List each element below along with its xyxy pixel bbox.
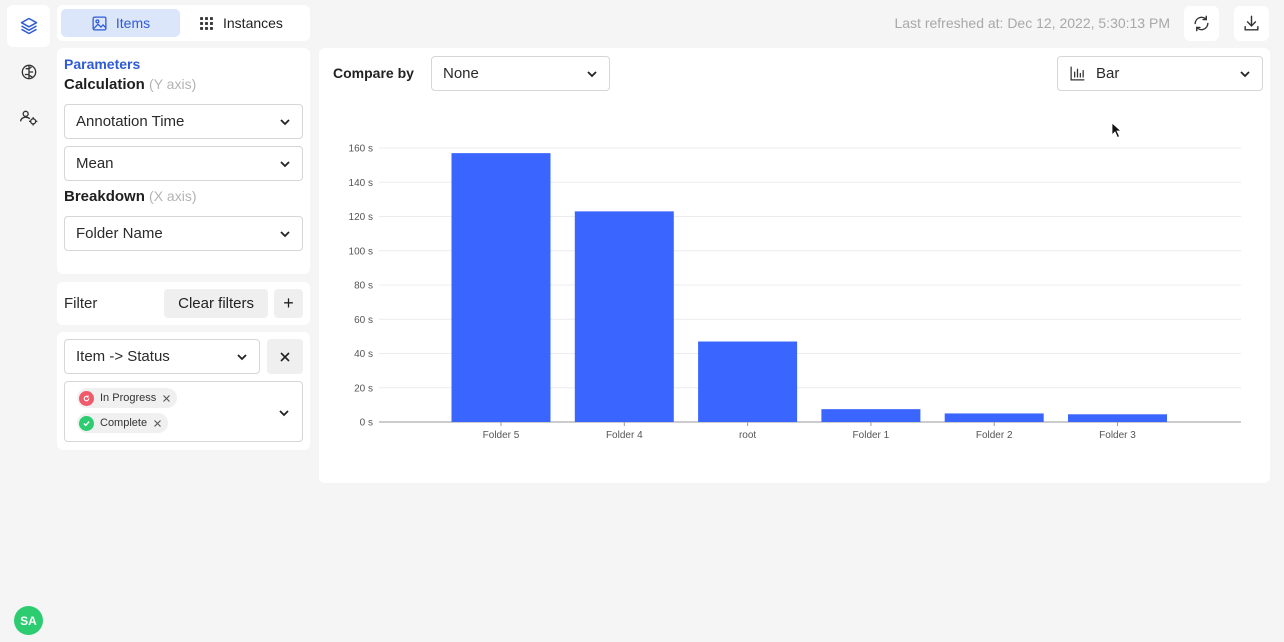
bar [944, 413, 1044, 422]
bar [698, 341, 798, 422]
in-progress-status-icon [79, 390, 94, 406]
x-tick-label: Folder 1 [853, 430, 890, 441]
x-tick-label: root [739, 430, 756, 441]
left-rail: SA [0, 0, 56, 642]
filter-field-select[interactable]: Item -> Status [64, 339, 260, 374]
tab-instances-label: Instances [223, 15, 283, 31]
calculation-label-text: Calculation [64, 76, 145, 93]
parameters-title: Parameters [64, 56, 141, 72]
refresh-icon [1194, 15, 1209, 32]
download-button[interactable] [1234, 6, 1269, 41]
y-tick-label: 160 s [349, 144, 373, 155]
chevron-down-icon [237, 353, 247, 360]
y-tick-label: 60 s [354, 315, 373, 326]
clear-filters-button[interactable]: Clear filters [164, 289, 268, 318]
layers-nav-button[interactable] [7, 5, 50, 47]
compare-by-select[interactable]: None [431, 56, 610, 91]
bar [821, 409, 921, 422]
refresh-button[interactable] [1184, 6, 1219, 41]
filter-label: Filter [64, 295, 98, 312]
brain-nav-button[interactable] [7, 51, 50, 93]
breakdown-hint: (X axis) [149, 188, 197, 204]
layers-icon [20, 17, 37, 35]
chevron-down-icon [280, 160, 290, 167]
breakdown-select-value: Folder Name [76, 225, 163, 242]
last-refreshed-text: Last refreshed at: Dec 12, 2022, 5:30:13… [894, 15, 1170, 31]
tab-items-label: Items [115, 15, 151, 31]
users-settings-nav-button[interactable] [7, 97, 50, 139]
chart-type-label: Bar [1069, 65, 1119, 82]
parameters-panel: Parameters Calculation (Y axis) Annotati… [57, 48, 310, 274]
calculation-hint: (Y axis) [149, 76, 197, 92]
bar-chart-icon [1070, 66, 1085, 81]
y-tick-label: 80 s [354, 281, 373, 292]
filter-rule: Item -> Status In Progress Complete [57, 332, 310, 450]
breakdown-select[interactable]: Folder Name [64, 216, 303, 251]
chevron-down-icon [1240, 70, 1250, 77]
chip-complete-label: Complete [100, 417, 148, 429]
download-icon [1244, 15, 1259, 31]
users-gear-icon [19, 110, 37, 126]
y-tick-label: 100 s [349, 246, 373, 257]
chip-in-progress-label: In Progress [100, 392, 157, 404]
user-avatar[interactable]: SA [14, 606, 43, 635]
add-filter-button[interactable]: + [274, 289, 303, 318]
x-tick-label: Folder 4 [606, 430, 643, 441]
x-tick-label: Folder 2 [976, 430, 1013, 441]
chevron-down-icon [280, 230, 290, 237]
chevron-down-icon [278, 406, 290, 424]
tab-instances[interactable]: Instances [184, 9, 297, 37]
image-icon [92, 15, 107, 31]
mouse-cursor-icon [1111, 122, 1123, 139]
bar [574, 211, 674, 422]
chevron-down-icon [587, 70, 597, 77]
x-tick-label: Folder 3 [1099, 430, 1136, 441]
complete-status-icon [79, 415, 94, 431]
aggregation-select-value: Mean [76, 155, 114, 172]
metric-select[interactable]: Annotation Time [64, 104, 303, 139]
x-tick-label: Folder 5 [483, 430, 520, 441]
breakdown-label: Breakdown (X axis) [64, 188, 303, 205]
metric-select-value: Annotation Time [76, 113, 185, 130]
chart-type-select[interactable]: Bar [1057, 56, 1263, 91]
close-icon [280, 351, 290, 362]
view-tabs: Items Instances [57, 5, 310, 41]
compare-by-label: Compare by [333, 65, 414, 81]
chip-complete: Complete [77, 413, 169, 433]
chip-in-progress: In Progress [77, 388, 178, 408]
compare-by-value: None [443, 65, 479, 82]
y-tick-label: 0 s [360, 418, 373, 429]
bar [1068, 414, 1167, 422]
aggregation-select[interactable]: Mean [64, 146, 303, 181]
bar [451, 153, 551, 422]
filter-bar: Filter Clear filters + [57, 282, 310, 325]
y-tick-label: 20 s [354, 383, 373, 394]
chart-type-value: Bar [1096, 65, 1120, 82]
bar-chart: 0 s 20 s 40 s 60 s 80 s 100 s 120 s 140 s 160 s F… [349, 144, 1241, 441]
chart-panel: Compare by None Bar 0 s 20 s 40 s 60 s 80 s 1… [319, 48, 1270, 483]
grid-dots-icon [200, 16, 213, 30]
y-tick-label: 120 s [349, 212, 373, 223]
chip-remove-icon[interactable] [153, 419, 162, 428]
filter-field-value: Item -> Status [76, 348, 170, 365]
remove-filter-button[interactable] [267, 339, 303, 374]
status-values-select[interactable]: In Progress Complete [64, 381, 303, 442]
breakdown-label-text: Breakdown [64, 188, 145, 205]
y-tick-label: 40 s [354, 349, 373, 360]
y-tick-label: 140 s [349, 178, 373, 189]
tab-items[interactable]: Items [61, 9, 180, 37]
chevron-down-icon [280, 118, 290, 125]
brain-icon [21, 64, 36, 80]
chip-remove-icon[interactable] [162, 394, 171, 403]
calculation-label: Calculation (Y axis) [64, 76, 303, 93]
